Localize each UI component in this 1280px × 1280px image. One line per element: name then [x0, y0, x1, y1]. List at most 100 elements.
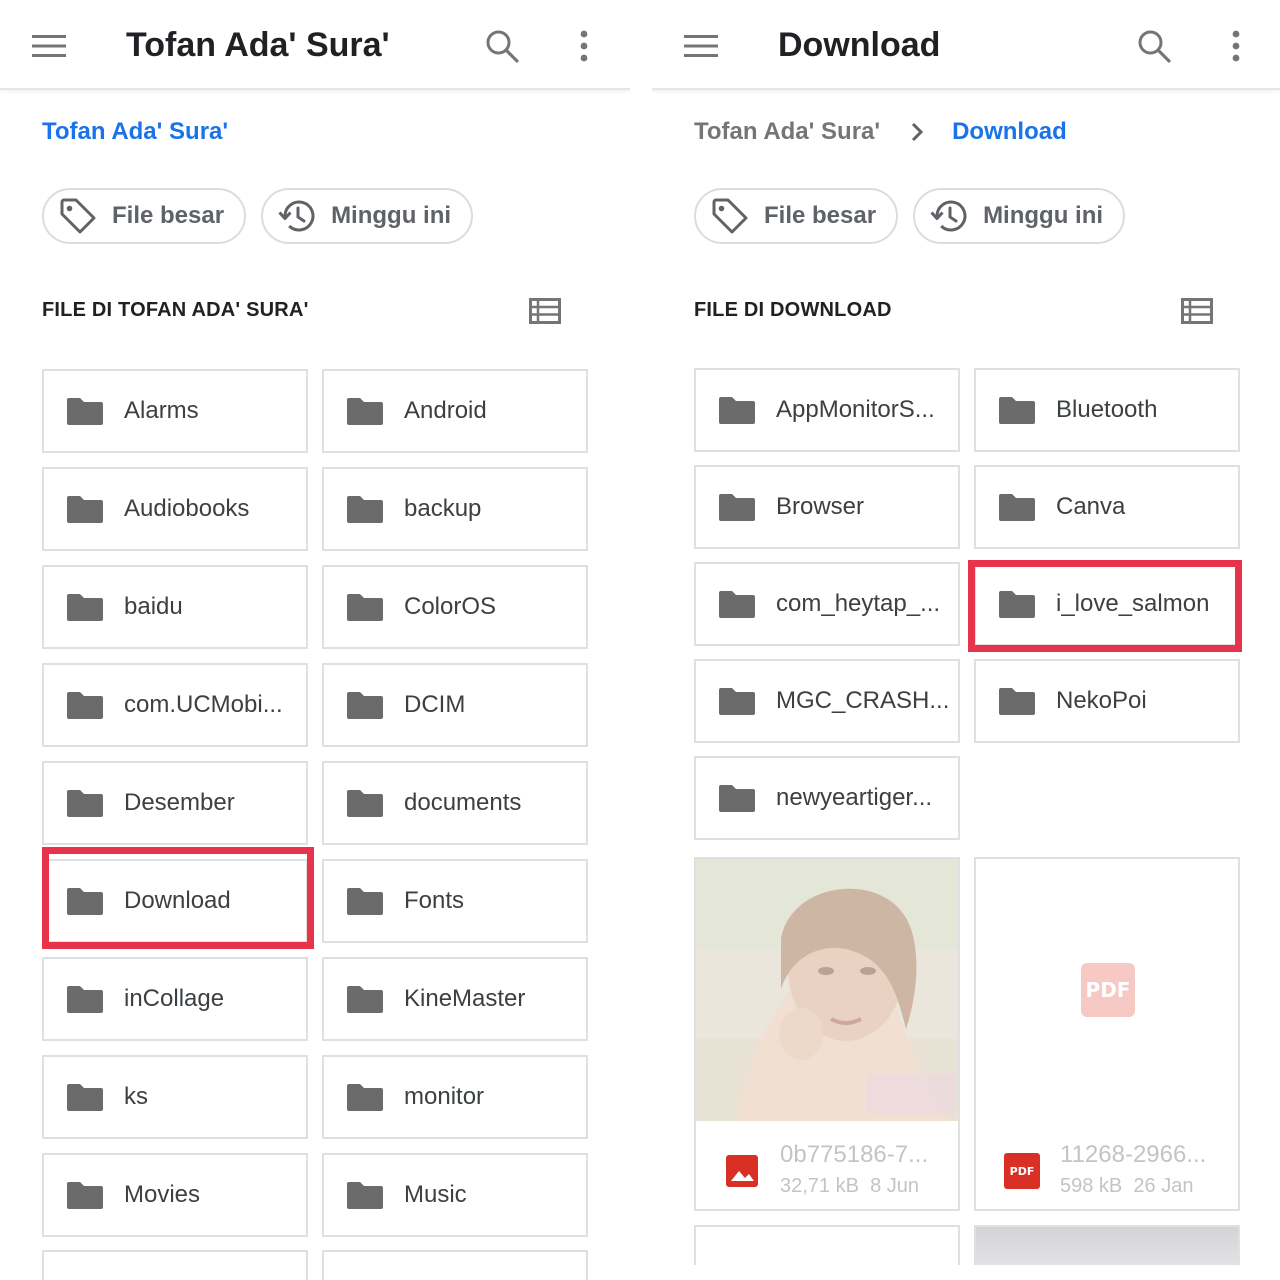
- folder-item[interactable]: com_heytap_...: [694, 562, 960, 646]
- folder-item[interactable]: inCollage: [42, 957, 308, 1041]
- search-icon[interactable]: [480, 24, 524, 68]
- more-options-icon[interactable]: [1214, 24, 1258, 68]
- folder-name: Bluetooth: [1056, 396, 1158, 423]
- chip-minggu-ini[interactable]: Minggu ini: [261, 188, 474, 244]
- file-card-image[interactable]: 0b775186-7... 32,71 kB 8 Jun: [694, 857, 960, 1211]
- folder-icon: [718, 783, 756, 813]
- folder-item[interactable]: AppMonitorS...: [694, 368, 960, 452]
- file-details: 32,71 kB 8 Jun: [780, 1175, 928, 1198]
- folder-item[interactable]: Download: [42, 859, 308, 943]
- folder-name: Canva: [1056, 493, 1126, 520]
- folder-icon: [66, 1082, 104, 1112]
- breadcrumb-item-root[interactable]: Tofan Ada' Sura': [694, 118, 880, 146]
- folder-item[interactable]: DCIM: [322, 663, 588, 747]
- history-icon: [277, 196, 317, 236]
- breadcrumb-item-root[interactable]: Tofan Ada' Sura': [42, 118, 228, 146]
- filter-chips: File besar Minggu ini: [694, 188, 1126, 244]
- left-screen: Tofan Ada' Sura' Tofan Ada' Sura' File b…: [0, 0, 630, 1280]
- folder-icon: [346, 1180, 384, 1210]
- filter-chips: File besar Minggu ini: [42, 188, 474, 244]
- folder-name: ColorOS: [404, 593, 497, 620]
- folder-icon: [718, 395, 756, 425]
- folder-name: Alarms: [124, 397, 199, 424]
- folder-name: Android: [404, 397, 487, 424]
- folder-name: documents: [404, 789, 522, 816]
- folder-name: AppMonitorS...: [776, 396, 935, 423]
- folder-name: com_heytap_...: [776, 590, 941, 617]
- folder-name: MGC_CRASH...: [776, 687, 950, 714]
- file-card-partial[interactable]: [974, 1225, 1240, 1265]
- file-card-partial[interactable]: [694, 1225, 960, 1265]
- file-date: 8 Jun: [870, 1175, 920, 1197]
- folder-partial[interactable]: [42, 1250, 308, 1280]
- folder-icon: [998, 589, 1036, 619]
- folder-item[interactable]: newyeartiger...: [694, 756, 960, 840]
- file-size: 598 kB: [1060, 1175, 1123, 1197]
- folder-partial[interactable]: [322, 1250, 588, 1280]
- folder-item[interactable]: ColorOS: [322, 565, 588, 649]
- chip-minggu-ini[interactable]: Minggu ini: [913, 188, 1126, 244]
- menu-icon[interactable]: [27, 24, 71, 68]
- folder-item[interactable]: Canva: [974, 465, 1240, 549]
- folder-name: newyeartiger...: [776, 784, 933, 811]
- list-view-icon[interactable]: [1178, 294, 1216, 328]
- folder-item[interactable]: i_love_salmon: [974, 562, 1240, 646]
- folder-row-partial: [42, 1250, 588, 1280]
- folder-name: com.UCMobi...: [124, 691, 283, 718]
- tag-icon: [58, 196, 98, 236]
- app-bar: Download: [652, 0, 1280, 90]
- folder-item[interactable]: MGC_CRASH...: [694, 659, 960, 743]
- folder-item[interactable]: Browser: [694, 465, 960, 549]
- folder-name: Download: [124, 887, 231, 914]
- folder-name: monitor: [404, 1083, 485, 1110]
- chip-file-besar[interactable]: File besar: [42, 188, 247, 244]
- folder-item[interactable]: baidu: [42, 565, 308, 649]
- folder-item[interactable]: Bluetooth: [974, 368, 1240, 452]
- folder-name: ks: [124, 1083, 148, 1110]
- search-icon[interactable]: [1132, 24, 1176, 68]
- breadcrumb-item-download[interactable]: Download: [952, 118, 1067, 146]
- breadcrumb: Tofan Ada' Sura': [42, 118, 228, 146]
- folder-item[interactable]: NekoPoi: [974, 659, 1240, 743]
- folder-name: baidu: [124, 593, 183, 620]
- folder-name: Desember: [124, 789, 235, 816]
- folder-name: KineMaster: [404, 985, 526, 1012]
- folder-item[interactable]: com.UCMobi...: [42, 663, 308, 747]
- folder-item[interactable]: Movies: [42, 1153, 308, 1237]
- folder-icon: [66, 1180, 104, 1210]
- folder-item[interactable]: backup: [322, 467, 588, 551]
- chevron-right-icon: [910, 121, 924, 143]
- file-name: 0b775186-7...: [780, 1141, 929, 1168]
- folder-icon: [346, 886, 384, 916]
- folder-icon: [346, 396, 384, 426]
- folder-item[interactable]: Android: [322, 369, 588, 453]
- image-file-icon: [726, 1155, 758, 1187]
- folder-item[interactable]: ks: [42, 1055, 308, 1139]
- more-options-icon[interactable]: [562, 24, 606, 68]
- folder-name: Music: [404, 1181, 467, 1208]
- folder-icon: [346, 984, 384, 1014]
- right-screen: Download Tofan Ada' Sura' Download File …: [652, 0, 1280, 1280]
- chip-file-besar[interactable]: File besar: [694, 188, 899, 244]
- folder-item[interactable]: Alarms: [42, 369, 308, 453]
- folder-item[interactable]: documents: [322, 761, 588, 845]
- list-view-icon[interactable]: [526, 294, 564, 328]
- folder-item[interactable]: Fonts: [322, 859, 588, 943]
- folder-icon: [66, 690, 104, 720]
- folder-icon: [718, 492, 756, 522]
- folder-item[interactable]: Audiobooks: [42, 467, 308, 551]
- folder-item[interactable]: KineMaster: [322, 957, 588, 1041]
- file-card-pdf[interactable]: PDF PDF 11268-2966... 598 kB 26 Jan: [974, 857, 1240, 1211]
- folder-name: Audiobooks: [124, 495, 250, 522]
- file-date: 26 Jan: [1133, 1175, 1194, 1197]
- folder-icon: [66, 592, 104, 622]
- folder-item[interactable]: monitor: [322, 1055, 588, 1139]
- menu-icon[interactable]: [679, 24, 723, 68]
- chip-label: Minggu ini: [983, 202, 1104, 229]
- folder-icon: [66, 984, 104, 1014]
- folder-item[interactable]: Music: [322, 1153, 588, 1237]
- folder-item[interactable]: Desember: [42, 761, 308, 845]
- folder-grid: Alarms Android Audiobooks backup baidu ColorO…: [42, 369, 588, 1237]
- image-thumbnail: [696, 859, 958, 1121]
- pdf-file-icon: PDF: [1004, 1153, 1040, 1189]
